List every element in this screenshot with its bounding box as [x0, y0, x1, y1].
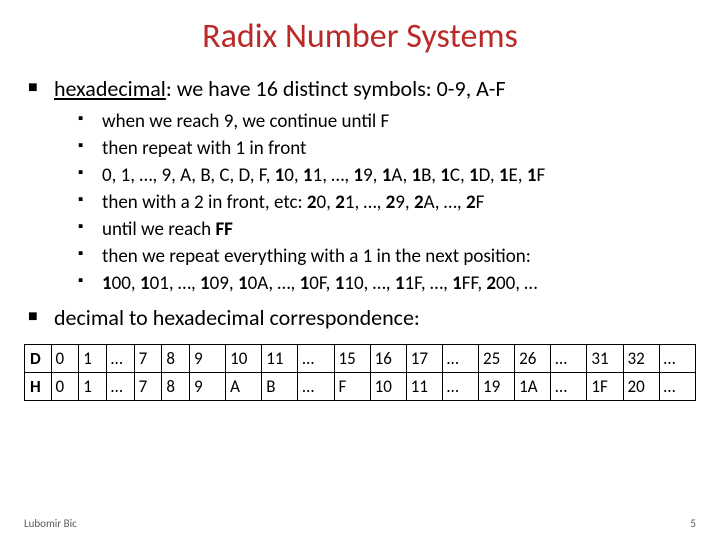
sub-item: then with a 2 in front, etc: 20, 21, …, … — [102, 190, 696, 215]
hex-label: hexadecimal — [54, 75, 166, 102]
hex-rest: : we have 16 distinct symbols: 0-9, A-F — [166, 75, 506, 102]
footer-author: Lubomir Bic — [24, 517, 77, 530]
sub-item: then we repeat everything with a 1 in th… — [102, 244, 696, 269]
sub-item: 100, 101, …, 109, 10A, …, 10F, 110, …, 1… — [102, 271, 696, 296]
bullet-hexadecimal: hexadecimal: we have 16 distinct symbols… — [54, 75, 696, 296]
row-header-h: H — [25, 372, 52, 400]
row-header-d: D — [25, 344, 52, 372]
sub-item: until we reach FF — [102, 217, 696, 242]
sub-item: when we reach 9, we continue until F — [102, 109, 696, 134]
table-row: H 0 1 … 7 8 9 A B … F 10 11 … 19 1A … — [25, 372, 696, 400]
sub-item: then repeat with 1 in front — [102, 136, 696, 161]
page-number: 5 — [690, 517, 696, 530]
bullet-dec-to-hex: decimal to hexadecimal correspondence: — [54, 304, 696, 332]
sub-item: 0, 1, …, 9, A, B, C, D, F, 10, 11, …, 19… — [102, 163, 696, 188]
slide-title: Radix Number Systems — [24, 16, 696, 57]
table-row: D 0 1 … 7 8 9 10 11 … 15 16 17 … 25 26 … — [25, 344, 696, 372]
conversion-table: D 0 1 … 7 8 9 10 11 … 15 16 17 … 25 26 … — [24, 344, 696, 402]
content-area: hexadecimal: we have 16 distinct symbols… — [24, 75, 696, 401]
